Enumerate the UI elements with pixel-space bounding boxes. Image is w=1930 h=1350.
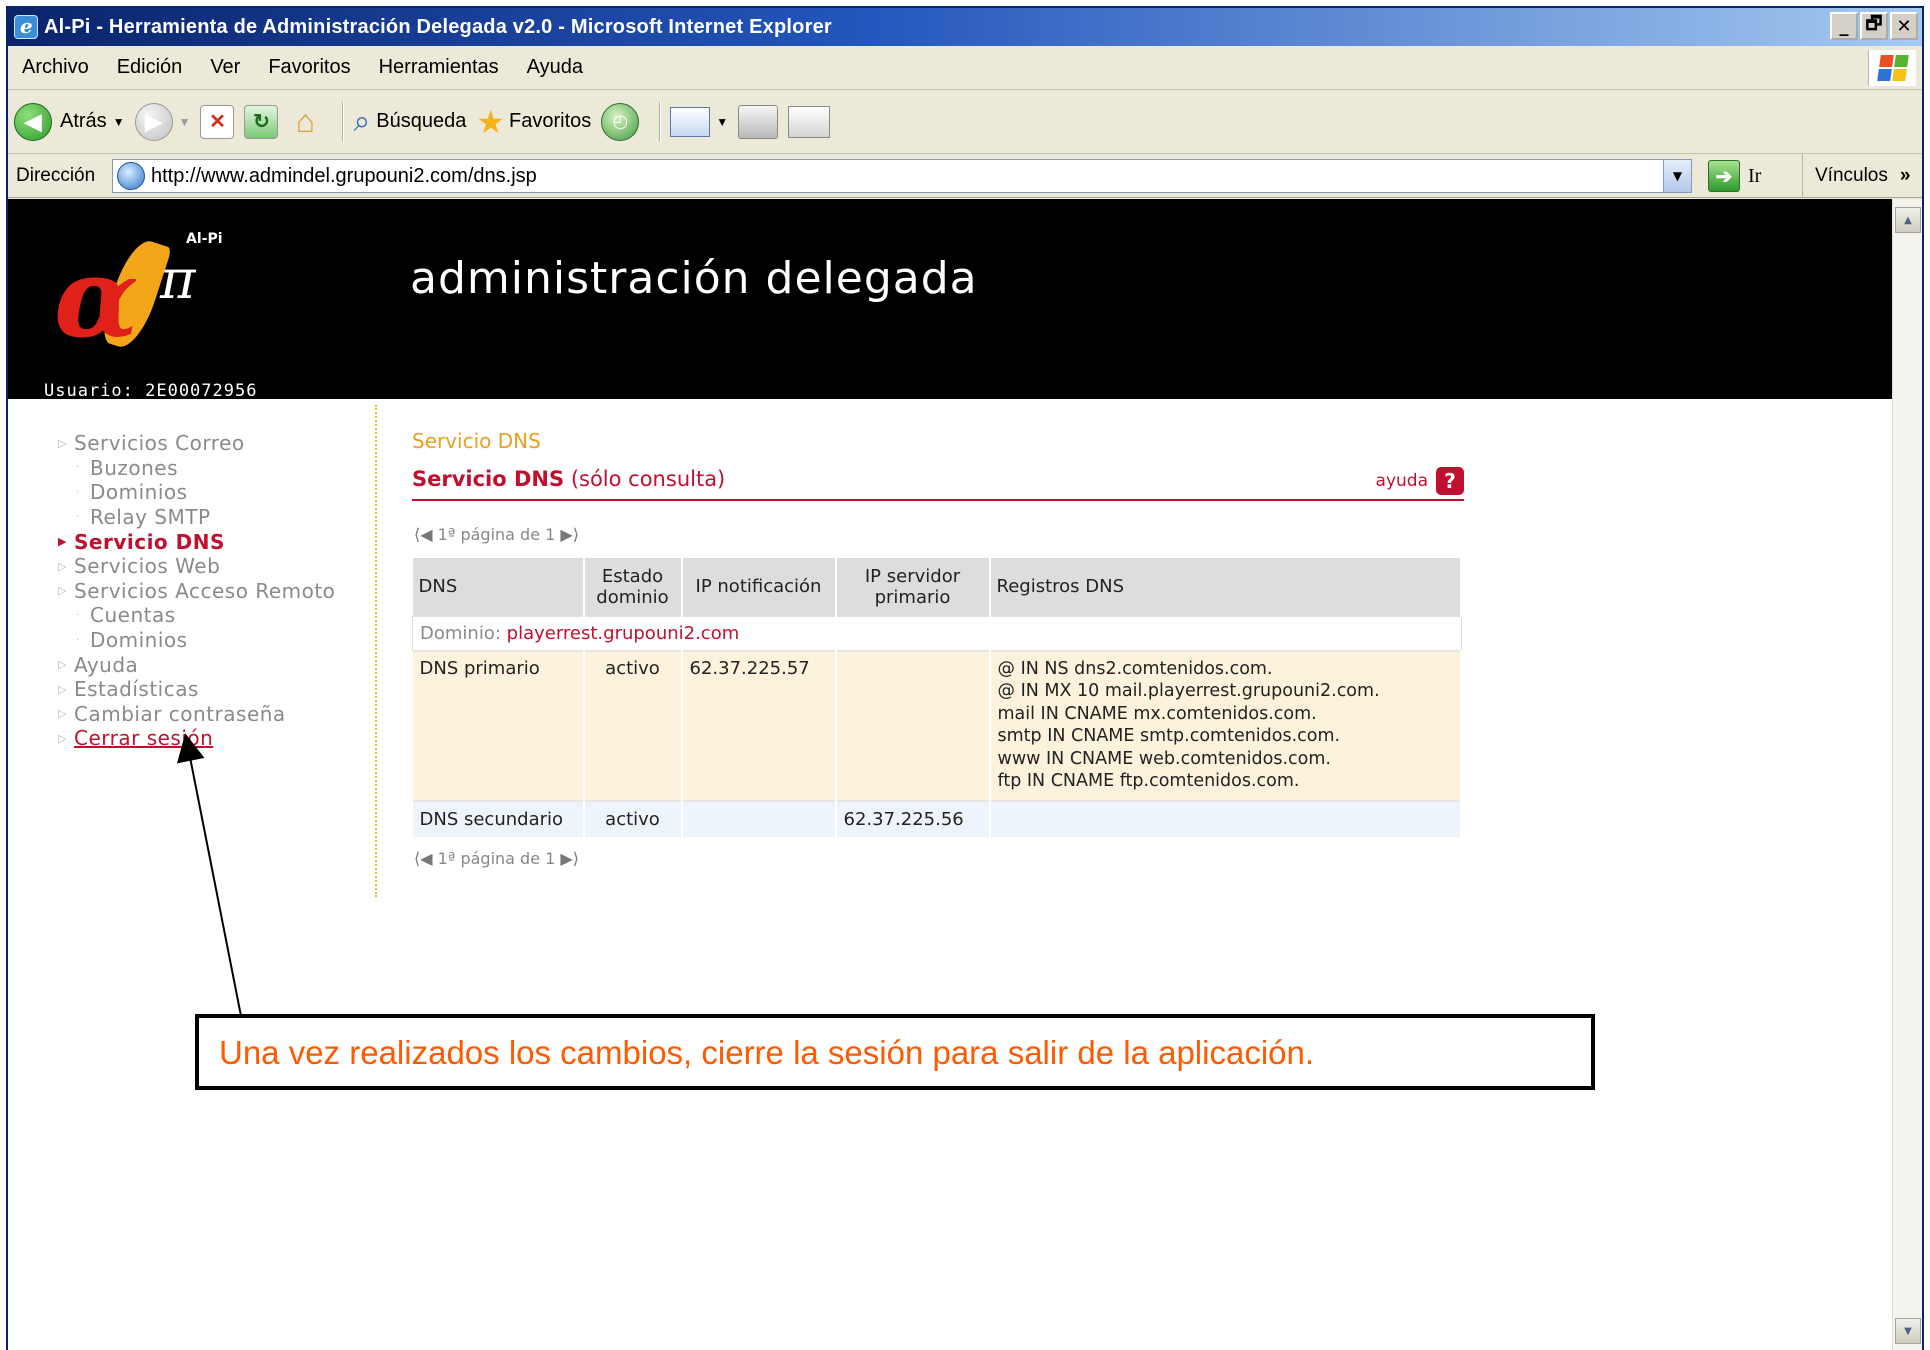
address-label: Dirección xyxy=(16,164,96,186)
page-viewport: α π Al-Pi administración delegada Usuari… xyxy=(8,199,1896,1350)
dropdown-arrow-icon[interactable]: ▼ xyxy=(179,115,191,129)
annotation-arrow xyxy=(176,733,243,1022)
edit-button[interactable] xyxy=(788,105,831,138)
go-button[interactable]: ➔ Ir xyxy=(1708,160,1761,192)
internet-explorer-icon xyxy=(14,14,38,39)
minimize-button[interactable]: _ xyxy=(1830,12,1858,40)
favorites-button[interactable]: ★ Favoritos xyxy=(476,103,591,141)
links-button[interactable]: Vínculos » xyxy=(1802,154,1922,198)
edit-page-icon xyxy=(788,105,831,138)
address-dropdown-icon[interactable]: ▼ xyxy=(1663,160,1691,192)
dropdown-arrow-icon[interactable]: ▼ xyxy=(716,115,728,129)
back-arrow-icon: ◀ xyxy=(14,102,52,141)
stop-icon: ✕ xyxy=(200,104,235,139)
forward-button[interactable]: ▶ ▼ xyxy=(134,102,191,141)
annotation-callout: Una vez realizados los cambios, cierre l… xyxy=(195,1014,1595,1090)
history-button[interactable]: ◴ xyxy=(601,102,640,141)
annotation-text: Una vez realizados los cambios, cierre l… xyxy=(219,1034,1315,1071)
toolbar: ◀ Atrás ▼ ▶ ▼ ✕ ↻ ⌂ ⌕ Búsqueda ★ Favorit… xyxy=(8,90,1922,154)
menu-favoritos[interactable]: Favoritos xyxy=(254,56,364,79)
window-controls: _ 🗗 ✕ xyxy=(1830,12,1918,40)
address-bar: Dirección http://www.admindel.grupouni2.… xyxy=(8,154,1922,198)
history-icon: ◴ xyxy=(601,102,640,141)
page-icon xyxy=(117,162,145,190)
menu-ayuda[interactable]: Ayuda xyxy=(513,56,597,79)
address-url[interactable]: http://www.admindel.grupouni2.com/dns.js… xyxy=(151,165,537,188)
title-bar[interactable]: Al-Pi - Herramienta de Administración De… xyxy=(8,8,1922,46)
toolbar-separator xyxy=(659,101,661,142)
dropdown-arrow-icon[interactable]: ▼ xyxy=(113,115,125,129)
mail-button[interactable]: ▼ xyxy=(670,106,728,137)
home-button[interactable]: ⌂ xyxy=(288,103,322,139)
home-icon: ⌂ xyxy=(295,103,316,139)
scroll-down-icon[interactable]: ▼ xyxy=(1895,1318,1921,1344)
menu-archivo[interactable]: Archivo xyxy=(8,56,103,79)
refresh-icon: ↻ xyxy=(244,104,279,139)
toolbar-separator xyxy=(342,101,344,142)
scroll-up-icon[interactable]: ▲ xyxy=(1895,207,1921,233)
forward-arrow-icon: ▶ xyxy=(134,102,173,141)
close-button[interactable]: ✕ xyxy=(1890,12,1918,40)
window-title: Al-Pi - Herramienta de Administración De… xyxy=(44,15,832,38)
vertical-scrollbar[interactable]: ▲ ▼ xyxy=(1892,199,1922,1350)
search-button[interactable]: ⌕ Búsqueda xyxy=(353,105,466,139)
back-label: Atrás xyxy=(60,110,107,132)
browser-window: Al-Pi - Herramienta de Administración De… xyxy=(6,6,1924,1350)
menu-ver[interactable]: Ver xyxy=(196,56,254,79)
search-label: Búsqueda xyxy=(376,110,467,132)
favorites-label: Favoritos xyxy=(509,110,592,132)
links-label: Vínculos xyxy=(1815,165,1888,186)
menu-bar: Archivo Edición Ver Favoritos Herramient… xyxy=(8,46,1922,90)
chevron-right-icon: » xyxy=(1899,165,1911,186)
stop-button[interactable]: ✕ xyxy=(200,104,235,139)
menu-edicion[interactable]: Edición xyxy=(103,56,197,79)
refresh-button[interactable]: ↻ xyxy=(244,104,279,139)
printer-icon xyxy=(738,104,779,139)
windows-logo-icon xyxy=(1868,50,1916,86)
menu-herramientas[interactable]: Herramientas xyxy=(365,56,513,79)
address-input[interactable]: http://www.admindel.grupouni2.com/dns.js… xyxy=(112,159,1692,193)
mail-icon xyxy=(670,106,711,137)
back-button[interactable]: ◀ Atrás ▼ xyxy=(14,102,125,141)
go-label: Ir xyxy=(1748,164,1762,187)
restore-button[interactable]: 🗗 xyxy=(1860,12,1888,40)
print-button[interactable] xyxy=(738,104,779,139)
star-icon: ★ xyxy=(476,103,506,140)
search-icon: ⌕ xyxy=(353,104,371,138)
go-arrow-icon: ➔ xyxy=(1708,160,1740,192)
